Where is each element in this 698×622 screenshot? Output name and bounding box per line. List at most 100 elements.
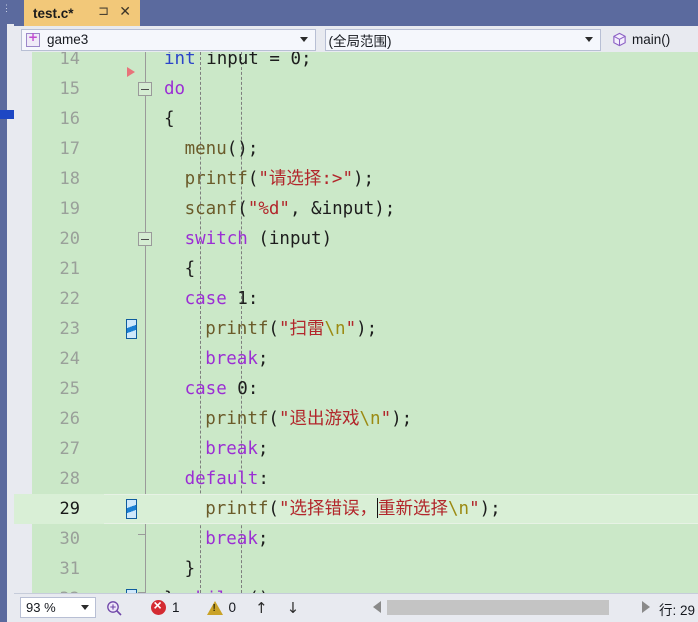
code-line[interactable]: 32 } while (); xyxy=(14,584,698,593)
line-number: 32 xyxy=(34,584,80,593)
code-token: ( xyxy=(268,409,279,429)
collapse-region-toggle[interactable] xyxy=(138,232,152,246)
code-token: \n xyxy=(324,319,346,339)
code-editor[interactable]: 14 int input = 0; 15 do 16 {17 menu(); 18 printf… xyxy=(14,52,698,593)
dock-handle-icon[interactable]: ⋮⋮ xyxy=(2,4,20,15)
analyze-icon[interactable] xyxy=(106,599,123,616)
code-line[interactable]: 24 break; xyxy=(14,344,698,374)
code-text: { xyxy=(164,104,175,134)
member-selector[interactable]: main() xyxy=(610,29,698,51)
code-line[interactable]: 21 { xyxy=(14,254,698,284)
code-token: "%d" xyxy=(247,199,290,219)
line-number: 17 xyxy=(59,139,80,159)
line-number: 22 xyxy=(59,289,80,309)
line-number: 14 xyxy=(59,52,80,69)
code-line[interactable]: 25 case 0: xyxy=(14,374,698,404)
next-issue-button[interactable]: ↓ xyxy=(287,599,300,617)
warning-count-indicator[interactable]: 0 xyxy=(206,600,237,615)
code-line[interactable]: 23 printf("扫雷\n"); xyxy=(14,314,698,344)
code-line[interactable]: 29 printf("选择错误，重新选择\n"); xyxy=(14,494,698,524)
code-token: 0 xyxy=(237,379,248,399)
code-token: switch xyxy=(184,229,248,249)
code-token: ); xyxy=(353,169,375,189)
code-line[interactable]: 31} xyxy=(14,554,698,584)
code-line[interactable]: 16 { xyxy=(14,104,698,134)
code-line[interactable]: 14 int input = 0; xyxy=(14,52,698,74)
code-token: , &input); xyxy=(289,199,396,219)
code-token: scanf xyxy=(184,199,238,219)
pin-icon[interactable]: ⊐ xyxy=(98,4,109,19)
code-token: case xyxy=(184,379,227,399)
zoom-level-selector[interactable]: 93 % xyxy=(20,597,96,618)
code-token: ; xyxy=(257,529,269,549)
scroll-right-icon[interactable] xyxy=(642,601,650,613)
code-token: ; xyxy=(257,349,269,369)
code-token: break xyxy=(205,529,258,549)
left-dock-strip: ⋮⋮ xyxy=(0,0,20,622)
code-token: : xyxy=(247,379,259,399)
code-line[interactable]: 28 default: xyxy=(14,464,698,494)
error-icon xyxy=(151,597,166,615)
code-line[interactable]: 26 printf("退出游戏\n"); xyxy=(14,404,698,434)
code-token: { xyxy=(184,259,196,279)
code-token: "退出游戏 xyxy=(278,409,360,429)
cursor-line-indicator: 行: 29 xyxy=(659,603,696,618)
error-count-indicator[interactable]: 1 xyxy=(151,597,180,615)
code-line[interactable]: 17 menu(); xyxy=(14,134,698,164)
line-number: 24 xyxy=(59,349,80,369)
code-token: (input) xyxy=(247,229,333,249)
prev-issue-button[interactable]: ↑ xyxy=(255,599,268,617)
project-selector-label: game3 xyxy=(47,32,89,47)
zoom-level-label: 93 % xyxy=(26,600,56,615)
code-token: ( xyxy=(237,199,248,219)
code-text: } while (); xyxy=(164,584,280,593)
collapse-region-toggle[interactable] xyxy=(138,82,152,96)
code-token: " xyxy=(380,409,392,429)
bookmark-icon[interactable] xyxy=(126,499,137,519)
bookmark-icon[interactable] xyxy=(126,319,137,339)
line-number: 19 xyxy=(59,199,80,219)
code-token: 0 xyxy=(290,52,301,69)
code-text: } xyxy=(185,554,196,584)
close-icon[interactable]: ✕ xyxy=(119,3,131,20)
project-selector[interactable]: game3 xyxy=(21,28,317,51)
code-token: "请选择:>" xyxy=(258,169,354,189)
code-line[interactable]: 20 switch (input) xyxy=(14,224,698,254)
code-line[interactable]: 15 do xyxy=(14,67,698,104)
code-token: " xyxy=(469,499,480,519)
code-token: break xyxy=(205,439,258,459)
code-text: break; xyxy=(205,524,268,554)
code-token: : xyxy=(258,469,269,489)
warning-icon xyxy=(206,600,223,615)
code-token: = xyxy=(258,52,291,69)
chevron-down-icon xyxy=(81,605,89,610)
code-token: : xyxy=(247,289,259,309)
code-token: printf xyxy=(205,409,269,429)
code-token: "扫雷 xyxy=(278,319,325,339)
tab-test-c[interactable]: test.c* ⊐ ✕ xyxy=(24,0,140,26)
code-token: "选择错误， xyxy=(278,499,377,519)
status-bar: 93 % 1 0 ↑ ↓ 行: 29 字符 xyxy=(14,593,698,622)
code-text: printf("退出游戏\n"); xyxy=(205,404,412,434)
code-token: case xyxy=(184,289,227,309)
code-token: ( xyxy=(268,499,279,519)
scroll-left-icon[interactable] xyxy=(373,601,381,613)
scrollbar-thumb[interactable] xyxy=(387,599,609,615)
horizontal-scrollbar[interactable] xyxy=(369,597,654,617)
code-line[interactable]: 19 scanf("%d", &input); xyxy=(14,194,698,224)
line-number: 29 xyxy=(59,499,80,519)
code-line[interactable]: 22 case 1: xyxy=(14,284,698,314)
code-token: { xyxy=(164,109,175,129)
run-to-cursor-icon[interactable] xyxy=(127,67,135,77)
chevron-down-icon xyxy=(585,36,593,42)
line-number: 16 xyxy=(59,109,80,129)
line-number: 30 xyxy=(59,529,80,549)
scope-selector[interactable]: (全局范围) xyxy=(325,28,601,51)
warning-count-label: 0 xyxy=(228,600,237,615)
code-line[interactable]: 30 break; xyxy=(14,524,698,554)
code-text: switch (input) xyxy=(185,224,333,254)
code-line[interactable]: 18 printf("请选择:>"); xyxy=(14,164,698,194)
code-token: (); xyxy=(226,139,259,159)
code-line[interactable]: 27 break; xyxy=(14,434,698,464)
